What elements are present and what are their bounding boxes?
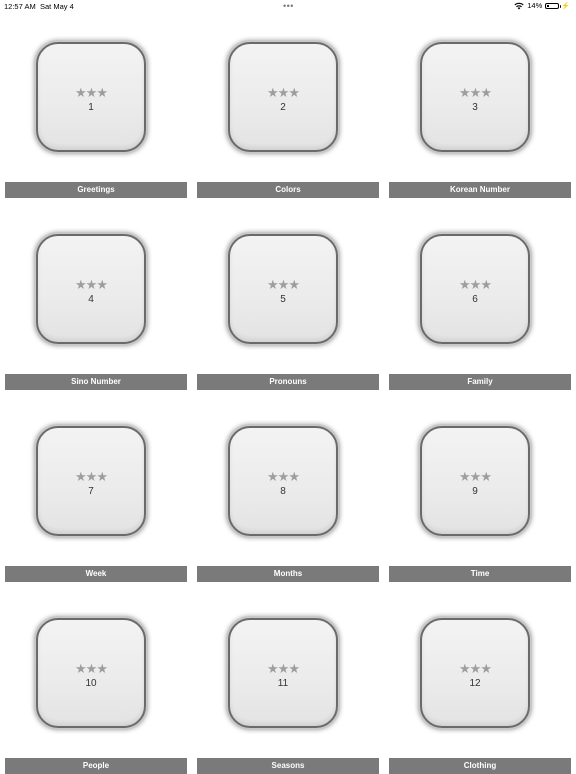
lesson-cell: ★★★ 12 Clothing: [384, 576, 571, 774]
lesson-number: 1: [88, 102, 94, 113]
lesson-tile-button[interactable]: ★★★ 6: [420, 234, 530, 344]
lesson-number: 5: [280, 294, 286, 305]
star-rating-icon: ★★★: [267, 277, 300, 292]
lesson-tile-button[interactable]: ★★★ 8: [228, 426, 338, 536]
lesson-tile-button[interactable]: ★★★ 7: [36, 426, 146, 536]
lesson-number: 6: [472, 294, 478, 305]
lesson-number: 4: [88, 294, 94, 305]
star-rating-icon: ★★★: [75, 661, 108, 676]
lesson-tile-button[interactable]: ★★★ 2: [228, 42, 338, 152]
lesson-cell: ★★★ 7 Week: [0, 384, 187, 582]
star-rating-icon: ★★★: [267, 469, 300, 484]
lesson-number: 8: [280, 486, 286, 497]
star-rating-icon: ★★★: [267, 85, 300, 100]
star-rating-icon: ★★★: [459, 661, 492, 676]
lesson-tile-button[interactable]: ★★★ 5: [228, 234, 338, 344]
lesson-label[interactable]: People: [5, 758, 187, 774]
lesson-number: 12: [469, 678, 481, 689]
star-rating-icon: ★★★: [459, 85, 492, 100]
lesson-number: 10: [85, 678, 97, 689]
lesson-cell: ★★★ 3 Korean Number: [384, 0, 571, 198]
star-rating-icon: ★★★: [75, 469, 108, 484]
lesson-cell: ★★★ 8 Months: [192, 384, 379, 582]
lesson-tile-button[interactable]: ★★★ 10: [36, 618, 146, 728]
lesson-cell: ★★★ 4 Sino Number: [0, 192, 187, 390]
lesson-grid: ★★★ 1 Greetings ★★★ 2 Colors ★★★ 3 Korea…: [0, 0, 576, 774]
lesson-number: 11: [277, 678, 289, 689]
lesson-label[interactable]: Seasons: [197, 758, 379, 774]
lesson-number: 7: [88, 486, 94, 497]
lesson-label[interactable]: Clothing: [389, 758, 571, 774]
lesson-tile-button[interactable]: ★★★ 4: [36, 234, 146, 344]
star-rating-icon: ★★★: [75, 85, 108, 100]
star-rating-icon: ★★★: [267, 661, 300, 676]
lesson-cell: ★★★ 9 Time: [384, 384, 571, 582]
star-rating-icon: ★★★: [459, 277, 492, 292]
lesson-cell: ★★★ 6 Family: [384, 192, 571, 390]
lesson-cell: ★★★ 1 Greetings: [0, 0, 187, 198]
lesson-tile-button[interactable]: ★★★ 1: [36, 42, 146, 152]
lesson-cell: ★★★ 5 Pronouns: [192, 192, 379, 390]
lesson-cell: ★★★ 2 Colors: [192, 0, 379, 198]
lesson-tile-button[interactable]: ★★★ 11: [228, 618, 338, 728]
lesson-tile-button[interactable]: ★★★ 3: [420, 42, 530, 152]
lesson-tile-button[interactable]: ★★★ 9: [420, 426, 530, 536]
lesson-number: 9: [472, 486, 478, 497]
lesson-cell: ★★★ 11 Seasons: [192, 576, 379, 774]
lesson-number: 2: [280, 102, 286, 113]
star-rating-icon: ★★★: [75, 277, 108, 292]
lesson-number: 3: [472, 102, 478, 113]
lesson-tile-button[interactable]: ★★★ 12: [420, 618, 530, 728]
star-rating-icon: ★★★: [459, 469, 492, 484]
lesson-cell: ★★★ 10 People: [0, 576, 187, 774]
